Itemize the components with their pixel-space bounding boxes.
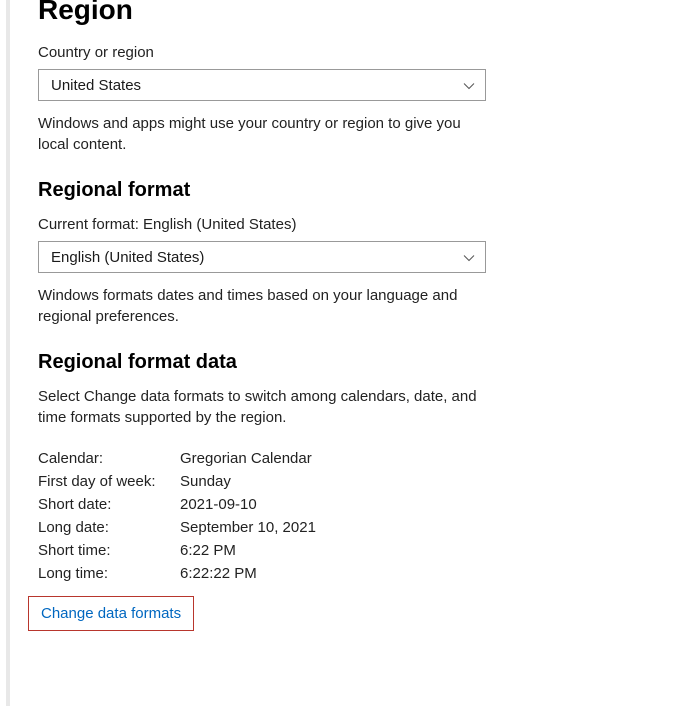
chevron-down-icon bbox=[463, 77, 475, 94]
long-time-label: Long time: bbox=[38, 565, 180, 582]
regional-format-dropdown-value: English (United States) bbox=[51, 249, 204, 266]
short-time-label: Short time: bbox=[38, 542, 180, 559]
table-row: Calendar: Gregorian Calendar bbox=[38, 450, 649, 467]
regional-format-data-helper-text: Select Change data formats to switch amo… bbox=[38, 386, 488, 428]
country-dropdown-value: United States bbox=[51, 77, 141, 94]
long-date-label: Long date: bbox=[38, 519, 180, 536]
regional-format-helper-text: Windows formats dates and times based on… bbox=[38, 285, 488, 327]
regional-format-dropdown[interactable]: English (United States) bbox=[38, 241, 486, 273]
regional-format-data-heading: Regional format data bbox=[38, 351, 649, 374]
first-day-value: Sunday bbox=[180, 473, 231, 490]
change-data-formats-link[interactable]: Change data formats bbox=[29, 597, 193, 630]
current-format-label: Current format: English (United States) bbox=[38, 216, 649, 233]
scroll-edge bbox=[6, 0, 10, 706]
first-day-label: First day of week: bbox=[38, 473, 180, 490]
table-row: First day of week: Sunday bbox=[38, 473, 649, 490]
page-title: Region bbox=[38, 0, 649, 26]
long-time-value: 6:22:22 PM bbox=[180, 565, 257, 582]
format-data-table: Calendar: Gregorian Calendar First day o… bbox=[38, 450, 649, 582]
table-row: Short date: 2021-09-10 bbox=[38, 496, 649, 513]
country-dropdown[interactable]: United States bbox=[38, 69, 486, 101]
table-row: Long time: 6:22:22 PM bbox=[38, 565, 649, 582]
table-row: Long date: September 10, 2021 bbox=[38, 519, 649, 536]
calendar-value: Gregorian Calendar bbox=[180, 450, 312, 467]
short-date-value: 2021-09-10 bbox=[180, 496, 257, 513]
change-data-formats-highlight: Change data formats bbox=[28, 596, 194, 631]
short-time-value: 6:22 PM bbox=[180, 542, 236, 559]
chevron-down-icon bbox=[463, 249, 475, 266]
country-label: Country or region bbox=[38, 44, 649, 61]
country-helper-text: Windows and apps might use your country … bbox=[38, 113, 488, 155]
calendar-label: Calendar: bbox=[38, 450, 180, 467]
short-date-label: Short date: bbox=[38, 496, 180, 513]
region-settings-panel: Region Country or region United States W… bbox=[0, 0, 689, 631]
regional-format-heading: Regional format bbox=[38, 179, 649, 202]
long-date-value: September 10, 2021 bbox=[180, 519, 316, 536]
table-row: Short time: 6:22 PM bbox=[38, 542, 649, 559]
